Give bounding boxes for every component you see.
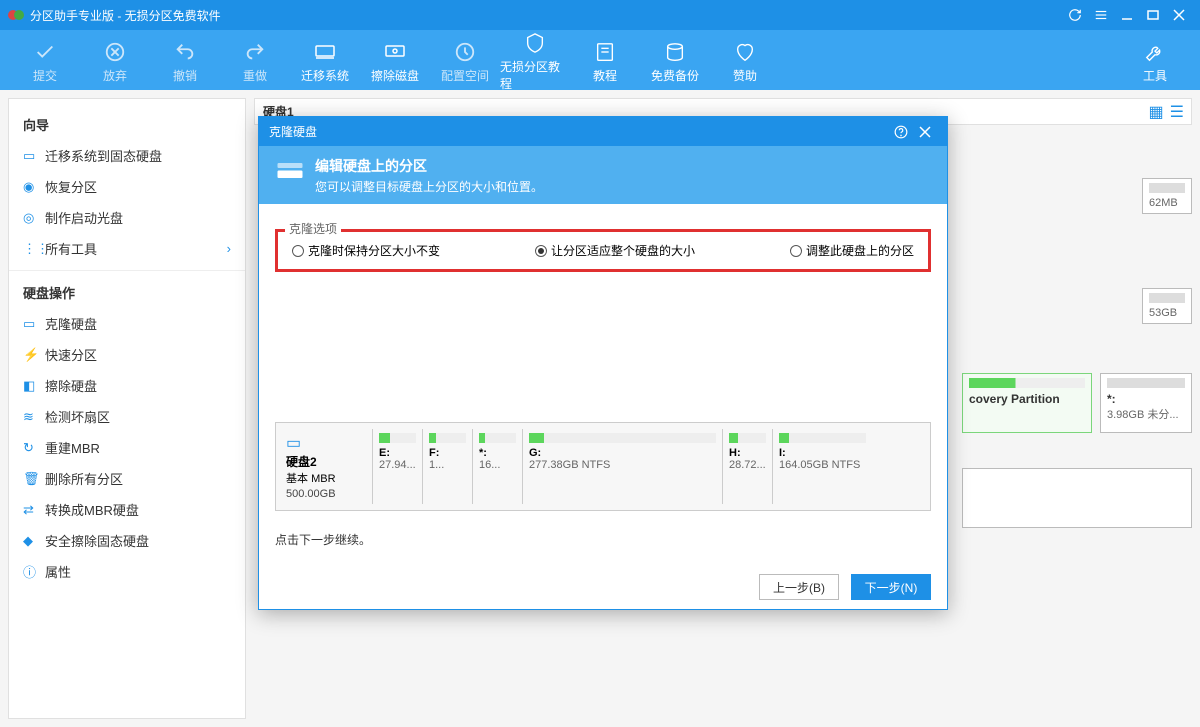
trash-icon: 🗑 (23, 471, 45, 487)
sidebar-item-quickpart[interactable]: ⚡快速分区 (9, 339, 245, 370)
next-button[interactable]: 下一步(N) (851, 574, 931, 600)
dialog-titlebar: 克隆硬盘 (259, 117, 947, 146)
dots-icon: ⋮⋮ (23, 241, 45, 257)
fieldset-label: 克隆选项 (285, 220, 341, 237)
radio-keep-size[interactable]: 克隆时保持分区大小不变 (292, 242, 440, 259)
sidebar-item-migrate-ssd[interactable]: ▭迁移系统到固态硬盘 (9, 140, 245, 171)
tutorial-button[interactable]: 教程 (570, 37, 640, 84)
undo-button[interactable]: 撤销 (150, 37, 220, 84)
chevron-right-icon: › (227, 241, 231, 256)
prev-button[interactable]: 上一步(B) (759, 574, 839, 600)
lightning-icon: ⚡ (23, 347, 45, 363)
discard-button[interactable]: 放弃 (80, 37, 150, 84)
partition-column[interactable]: F:1... (422, 429, 472, 504)
clone-icon: ▭ (23, 316, 45, 332)
sidebar-item-bootdisk[interactable]: ◎制作启动光盘 (9, 202, 245, 233)
sidebar-item-properties[interactable]: ⓘ属性 (9, 556, 245, 587)
sidebar-item-secureerase[interactable]: ◆安全擦除固态硬盘 (9, 525, 245, 556)
sidebar-item-recover[interactable]: ◉恢复分区 (9, 171, 245, 202)
maximize-icon[interactable] (1140, 5, 1166, 25)
redo-button[interactable]: 重做 (220, 37, 290, 84)
recover-icon: ◉ (23, 179, 45, 195)
sidebar-item-alltools[interactable]: ⋮⋮所有工具› (9, 233, 245, 264)
partition-column[interactable]: H:28.72... (722, 429, 772, 504)
app-logo-icon (8, 7, 24, 23)
sidebar-item-convertmbr[interactable]: ⇄转换成MBR硬盘 (9, 494, 245, 525)
hint-text: 点击下一步继续。 (275, 531, 931, 548)
partition-column[interactable]: E:27.94... (372, 429, 422, 504)
bg-partition (962, 468, 1192, 528)
shield-icon: ◆ (23, 533, 45, 549)
migrate-button[interactable]: 迁移系统 (290, 37, 360, 84)
radio-fit-disk[interactable]: 让分区适应整个硬盘的大小 (535, 242, 695, 259)
disk-icon (275, 158, 315, 193)
info-icon: ⓘ (23, 562, 45, 581)
dialog-header: 编辑硬盘上的分区 您可以调整目标硬盘上分区的大小和位置。 (259, 146, 947, 204)
sidebar-item-wipedisk[interactable]: ◧擦除硬盘 (9, 370, 245, 401)
bg-partition: covery Partition (962, 373, 1092, 433)
minimize-icon[interactable] (1114, 5, 1140, 25)
dialog-close-icon[interactable] (913, 126, 937, 138)
close-icon[interactable] (1166, 5, 1192, 25)
rebuild-icon: ↻ (23, 440, 45, 456)
partition-column[interactable]: I:164.05GB NTFS (772, 429, 872, 504)
help-icon[interactable] (889, 125, 913, 139)
backup-button[interactable]: 免费备份 (640, 37, 710, 84)
disk-info: ▭ 硬盘2 基本 MBR 500.00GB (282, 429, 372, 504)
clone-options-highlight: 克隆时保持分区大小不变 让分区适应整个硬盘的大小 调整此硬盘上的分区 (275, 229, 931, 272)
sidebar: 向导 ▭迁移系统到固态硬盘 ◉恢复分区 ◎制作启动光盘 ⋮⋮所有工具› 硬盘操作… (8, 98, 246, 719)
dialog-header-sub: 您可以调整目标硬盘上分区的大小和位置。 (315, 178, 543, 195)
tools-button[interactable]: 工具 (1120, 37, 1190, 84)
main-toolbar: 提交 放弃 撤销 重做 迁移系统 擦除磁盘 配置空间 无损分区教程 教程 免费备… (0, 30, 1200, 90)
disc-icon: ◎ (23, 210, 45, 226)
radio-adjust[interactable]: 调整此硬盘上的分区 (790, 242, 914, 259)
dialog-footer: 上一步(B) 下一步(N) (259, 564, 947, 609)
dialog-title: 克隆硬盘 (269, 123, 317, 140)
sidebar-item-rebuildmbr[interactable]: ↻重建MBR (9, 432, 245, 463)
eraser-icon: ◧ (23, 378, 45, 394)
refresh-icon[interactable] (1062, 5, 1088, 25)
wizard-header: 向导 (9, 109, 245, 140)
titlebar: 分区助手专业版 - 无损分区免费软件 (0, 0, 1200, 30)
tutorial-nd-button[interactable]: 无损分区教程 (500, 28, 570, 92)
partition-column[interactable]: *:16... (472, 429, 522, 504)
sidebar-item-clone[interactable]: ▭克隆硬盘 (9, 308, 245, 339)
bg-partition: *:3.98GB 未分... (1100, 373, 1192, 433)
clone-dialog: 克隆硬盘 编辑硬盘上的分区 您可以调整目标硬盘上分区的大小和位置。 克隆选项 克… (258, 116, 948, 610)
scan-icon: ≋ (23, 409, 45, 425)
sidebar-item-badsector[interactable]: ≋检测坏扇区 (9, 401, 245, 432)
grid-view-icon[interactable]: ▦ (1149, 102, 1164, 122)
sponsor-button[interactable]: 赞助 (710, 37, 780, 84)
app-title: 分区助手专业版 - 无损分区免费软件 (30, 7, 1062, 24)
partition-column[interactable]: G:277.38GB NTFS (522, 429, 722, 504)
sidebar-item-deleteall[interactable]: 🗑删除所有分区 (9, 463, 245, 494)
dialog-header-title: 编辑硬盘上的分区 (315, 156, 543, 176)
list-view-icon[interactable]: ☰ (1170, 102, 1184, 122)
config-button[interactable]: 配置空间 (430, 37, 500, 84)
commit-button[interactable]: 提交 (10, 37, 80, 84)
diskops-header: 硬盘操作 (9, 277, 245, 308)
bg-partition: 62MB (1142, 178, 1192, 214)
convert-icon: ⇄ (23, 502, 45, 518)
disk-icon: ▭ (286, 433, 368, 453)
ssd-icon: ▭ (23, 148, 45, 164)
target-disk-panel: ▭ 硬盘2 基本 MBR 500.00GB E:27.94...F:1...*:… (275, 422, 931, 511)
menu-icon[interactable] (1088, 5, 1114, 25)
wipe-button[interactable]: 擦除磁盘 (360, 37, 430, 84)
bg-partition: 53GB (1142, 288, 1192, 324)
